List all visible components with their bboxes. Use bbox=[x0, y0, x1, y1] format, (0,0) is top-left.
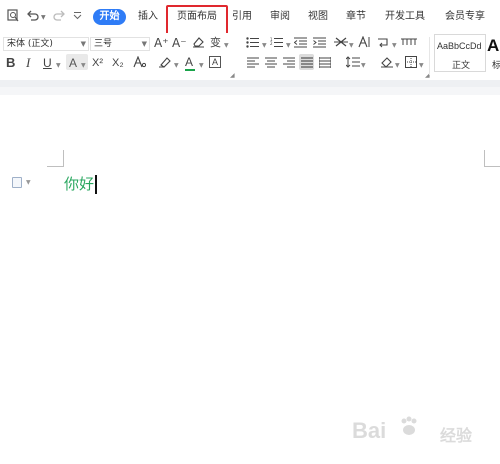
margin-corner-right-v bbox=[484, 150, 485, 166]
style-heading-name: 标 bbox=[492, 61, 500, 71]
bold-button[interactable]: B bbox=[6, 56, 15, 70]
style-heading-preview[interactable]: A bbox=[487, 36, 499, 56]
highlight-dropdown-icon[interactable]: ▼ bbox=[174, 62, 179, 69]
chinese-layout-dropdown-icon[interactable]: ▼ bbox=[349, 42, 354, 49]
chevron-down-icon: ▼ bbox=[80, 40, 86, 48]
tab-home[interactable]: 开始 bbox=[93, 9, 126, 25]
line-spacing-icon[interactable] bbox=[345, 56, 360, 71]
marks-dropdown-icon[interactable]: ▼ bbox=[392, 42, 397, 49]
grow-font-button[interactable]: A⁺ bbox=[154, 36, 169, 50]
margin-corner-right-h bbox=[484, 166, 500, 167]
tab-developer-tools[interactable]: 开发工具 bbox=[385, 11, 425, 23]
decrease-indent-icon[interactable] bbox=[293, 37, 307, 51]
distributed-align-icon[interactable] bbox=[318, 57, 332, 71]
character-scaling-icon[interactable] bbox=[133, 55, 147, 71]
ruler-band bbox=[0, 87, 500, 95]
font-size-select[interactable]: 三号 ▼ bbox=[90, 37, 150, 51]
document-text[interactable]: 你好 bbox=[64, 175, 94, 193]
tab-view[interactable]: 视图 bbox=[308, 11, 328, 23]
font-color-swatch bbox=[185, 69, 195, 71]
redo-icon[interactable] bbox=[53, 9, 66, 25]
customize-toolbar-icon[interactable] bbox=[73, 11, 82, 25]
font-effect-button[interactable]: A bbox=[69, 56, 77, 70]
font-size-value: 三号 bbox=[94, 39, 113, 49]
font-effect-dropdown-icon[interactable]: ▼ bbox=[81, 62, 86, 69]
shading-dropdown-icon[interactable]: ▼ bbox=[395, 62, 400, 69]
superscript-button[interactable]: X² bbox=[92, 56, 103, 70]
margin-corner-left-v bbox=[63, 150, 64, 166]
align-center-icon[interactable] bbox=[265, 57, 277, 71]
page-layout-highlight-box bbox=[166, 5, 228, 35]
tab-insert[interactable]: 插入 bbox=[138, 11, 158, 23]
svg-text:2: 2 bbox=[270, 41, 273, 46]
pinyin-guide-button[interactable]: 变 bbox=[210, 36, 221, 50]
line-spacing-dropdown-icon[interactable]: ▼ bbox=[361, 62, 366, 69]
font-name-select[interactable]: 宋体 (正文) ▼ bbox=[3, 37, 89, 51]
tab-member-exclusive[interactable]: 会员专享 bbox=[445, 11, 485, 23]
chevron-down-icon: ▼ bbox=[141, 40, 147, 48]
show-hide-marks-icon[interactable] bbox=[376, 36, 390, 51]
underline-button[interactable]: U bbox=[43, 56, 52, 70]
borders-dropdown-icon[interactable]: ▼ bbox=[419, 62, 424, 69]
increase-indent-icon[interactable] bbox=[313, 37, 326, 51]
tab-chapter[interactable]: 章节 bbox=[346, 11, 366, 23]
italic-button[interactable]: I bbox=[26, 56, 30, 70]
undo-dropdown-icon[interactable]: ▼ bbox=[41, 14, 46, 21]
numbering-dropdown-icon[interactable]: ▼ bbox=[286, 42, 291, 49]
font-dialog-launcher-icon[interactable]: ◢ bbox=[230, 72, 235, 79]
chinese-layout-icon[interactable] bbox=[334, 36, 348, 51]
ribbon-bottom-band bbox=[0, 80, 500, 87]
justify-icon[interactable] bbox=[301, 57, 313, 71]
undo-icon[interactable] bbox=[26, 9, 39, 25]
pinyin-dropdown-icon[interactable]: ▼ bbox=[224, 42, 229, 49]
character-border-button[interactable]: A bbox=[209, 56, 221, 68]
document-page[interactable] bbox=[0, 95, 500, 464]
underline-dropdown-icon[interactable]: ▼ bbox=[56, 62, 61, 69]
style-preview: AaBbCcDd bbox=[437, 41, 482, 51]
tab-review[interactable]: 审阅 bbox=[270, 11, 290, 23]
font-color-dropdown-icon[interactable]: ▼ bbox=[199, 62, 204, 69]
highlight-icon[interactable] bbox=[158, 56, 172, 71]
clear-format-icon[interactable] bbox=[192, 36, 205, 51]
text-cursor bbox=[95, 175, 97, 194]
paragraph-layout-dropdown-icon[interactable]: ▼ bbox=[26, 179, 31, 186]
print-preview-icon[interactable] bbox=[7, 9, 19, 25]
font-color-button[interactable]: A bbox=[185, 55, 193, 69]
baidu-paw-icon bbox=[398, 416, 420, 444]
margin-corner-left-h bbox=[47, 166, 64, 167]
watermark-suffix: 经验 bbox=[440, 426, 473, 445]
subscript-button[interactable]: X₂ bbox=[112, 56, 124, 70]
align-right-icon[interactable] bbox=[283, 57, 295, 71]
numbered-list-icon[interactable]: 12 bbox=[270, 37, 284, 51]
font-name-value: 宋体 (正文) bbox=[7, 39, 53, 49]
bullet-list-icon[interactable] bbox=[246, 37, 260, 51]
shrink-font-button[interactable]: A⁻ bbox=[172, 36, 187, 50]
shading-icon[interactable] bbox=[380, 56, 394, 71]
text-direction-icon[interactable] bbox=[358, 35, 371, 51]
ribbon-separator bbox=[429, 37, 430, 75]
align-left-icon[interactable] bbox=[247, 57, 259, 71]
menu-tab-bar: ▼ 开始 插入 页面布局 引用 审阅 视图 章节 开发工具 会员专享 bbox=[0, 0, 500, 33]
baidu-watermark: Bai bbox=[352, 418, 387, 443]
paragraph-layout-icon[interactable] bbox=[12, 177, 22, 188]
tab-stops-icon[interactable] bbox=[401, 36, 417, 50]
style-name-normal: 正文 bbox=[452, 61, 471, 71]
bullet-dropdown-icon[interactable]: ▼ bbox=[262, 42, 267, 49]
tab-references[interactable]: 引用 bbox=[232, 11, 252, 23]
borders-icon[interactable] bbox=[405, 56, 417, 71]
